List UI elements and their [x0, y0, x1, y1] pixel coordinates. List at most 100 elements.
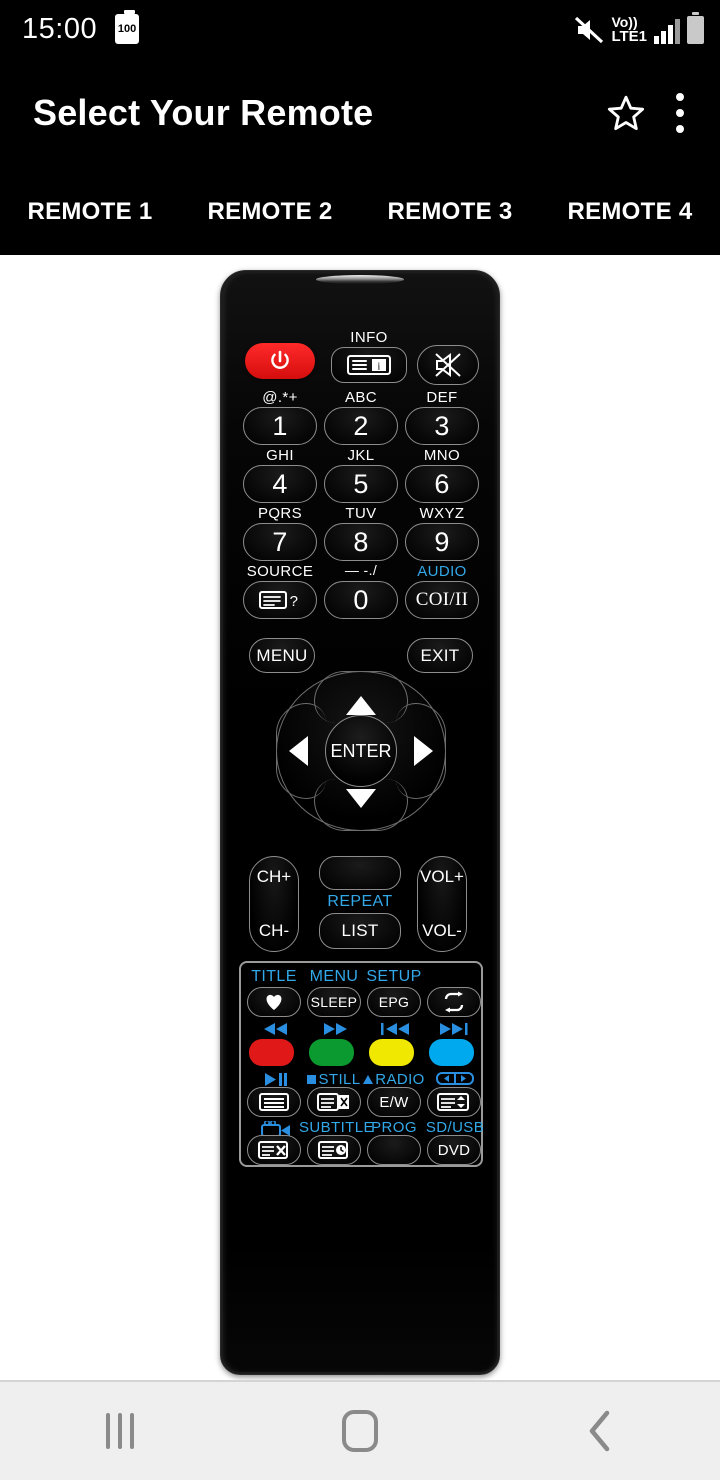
mute-button[interactable] — [417, 345, 479, 385]
radio-label: RADIO — [363, 1071, 425, 1088]
sleep-button[interactable]: SLEEP — [307, 987, 361, 1017]
app-bar-actions — [606, 93, 684, 133]
svg-text:?: ? — [290, 593, 299, 610]
prog-button[interactable] — [367, 1135, 421, 1165]
volume-up-label: VOL+ — [420, 867, 464, 886]
battery-icon — [687, 11, 704, 44]
channel-up-label: CH+ — [256, 867, 292, 886]
channel-rocker[interactable]: CH+ CH- — [249, 856, 299, 952]
audio-label: AUDIO — [417, 563, 467, 580]
sd-usb-label: SD/USB — [425, 1119, 485, 1136]
epg-button[interactable]: EPG — [367, 987, 421, 1017]
tab-remote-2[interactable]: REMOTE 2 — [180, 198, 360, 226]
setup-label: SETUP — [366, 968, 422, 985]
volte-icon: Vo)) LTE1 — [611, 15, 647, 44]
fast-forward-icon — [323, 1023, 349, 1035]
audio-button[interactable]: COI/II — [405, 581, 479, 619]
volte-line2: LTE1 — [611, 27, 647, 45]
play-pause-icon — [265, 1073, 289, 1086]
key-2[interactable]: 2 — [324, 407, 398, 445]
key-8-letters: TUV — [345, 505, 377, 522]
dpad-right-button[interactable] — [396, 703, 446, 799]
source-list-icon: ? — [259, 591, 299, 610]
key-7[interactable]: 7 — [243, 523, 317, 561]
volume-rocker[interactable]: VOL+ VOL- — [417, 856, 467, 952]
left-arrow-icon — [289, 736, 308, 766]
signal-bars-icon — [654, 18, 680, 44]
status-bar: 15:00 100 Vo)) LTE1 — [0, 0, 720, 58]
tab-remote-1[interactable]: REMOTE 1 — [0, 198, 180, 226]
app-bar: Select Your Remote — [0, 58, 720, 168]
phone-screen: 15:00 100 Vo)) LTE1 Select Your Remote R… — [0, 0, 720, 1480]
red-color-key[interactable] — [249, 1039, 294, 1066]
remote-body: INFO i @.*+ 1 ABC 2 DEF 3 GHI 4 JKL 5 MN… — [220, 270, 500, 1375]
key-3-letters: DEF — [426, 389, 458, 406]
menu-button[interactable]: MENU — [249, 638, 315, 673]
info-display-icon: i — [347, 355, 391, 375]
heart-icon — [266, 994, 282, 1010]
key-6-letters: MNO — [423, 447, 461, 464]
green-color-key[interactable] — [309, 1039, 354, 1066]
skip-previous-icon — [381, 1023, 411, 1035]
blue-color-key[interactable] — [429, 1039, 474, 1066]
home-button[interactable] — [240, 1410, 480, 1452]
list-button[interactable]: LIST — [319, 913, 401, 949]
info-button[interactable]: i — [331, 347, 407, 383]
page-title: Select Your Remote — [33, 92, 374, 133]
mute-icon — [574, 16, 604, 44]
source-button[interactable]: ? — [243, 581, 317, 619]
status-bar-icons: Vo)) LTE1 — [574, 11, 704, 44]
key-8[interactable]: 8 — [324, 523, 398, 561]
key-3[interactable]: 3 — [405, 407, 479, 445]
key-0-symbols: — -./ — [344, 562, 378, 578]
key-7-letters: PQRS — [257, 505, 303, 522]
function-panel: TITLE MENU SETUP SLEEP EPG STILL RADIO E… — [239, 961, 484, 1167]
more-vertical-icon[interactable] — [676, 93, 684, 133]
home-icon — [342, 1410, 378, 1452]
repeat-loop-icon — [444, 991, 464, 1013]
title-heart-button[interactable] — [247, 987, 301, 1017]
ew-button[interactable]: E/W — [367, 1087, 421, 1117]
prog-label: PROG — [371, 1119, 417, 1136]
tab-remote-3[interactable]: REMOTE 3 — [360, 198, 540, 226]
channel-down-label: CH- — [258, 921, 290, 940]
still-text: STILL — [318, 1071, 361, 1088]
text-clock-icon — [318, 1141, 348, 1159]
key-0[interactable]: 0 — [324, 581, 398, 619]
star-icon[interactable] — [606, 93, 646, 133]
back-icon — [589, 1410, 610, 1452]
enter-button[interactable]: ENTER — [325, 715, 397, 787]
power-button[interactable] — [245, 343, 315, 379]
key-4[interactable]: 4 — [243, 465, 317, 503]
key-1[interactable]: 1 — [243, 407, 317, 445]
tab-remote-4[interactable]: REMOTE 4 — [540, 198, 720, 226]
width-adjust-icon — [435, 1071, 475, 1086]
text-clock-button[interactable] — [307, 1135, 361, 1165]
key-6[interactable]: 6 — [405, 465, 479, 503]
key-5[interactable]: 5 — [324, 465, 398, 503]
android-nav-bar — [0, 1380, 720, 1480]
key-9-letters: WXYZ — [419, 505, 465, 522]
blank-button[interactable] — [319, 856, 401, 890]
yellow-color-key[interactable] — [369, 1039, 414, 1066]
exit-button[interactable]: EXIT — [407, 638, 473, 673]
ir-emitter — [316, 275, 404, 284]
battery-saver-icon: 100 — [115, 10, 140, 44]
dpad-left-button[interactable] — [276, 703, 326, 799]
text-cancel-icon — [258, 1141, 288, 1159]
recents-button[interactable] — [0, 1413, 240, 1449]
teletext-button[interactable] — [247, 1087, 301, 1117]
subtitle-label: SUBTITLE — [299, 1119, 374, 1136]
list-updown-button[interactable] — [427, 1087, 481, 1117]
text-cancel-button[interactable] — [247, 1135, 301, 1165]
volte-line1: Vo)) — [611, 13, 638, 30]
key-5-letters: JKL — [347, 447, 375, 464]
dvd-button[interactable]: DVD — [427, 1135, 481, 1165]
repeat-loop-button[interactable] — [427, 987, 481, 1017]
radio-text: RADIO — [375, 1071, 425, 1088]
teletext-mix-button[interactable] — [307, 1087, 361, 1117]
key-9[interactable]: 9 — [405, 523, 479, 561]
list-updown-icon — [437, 1093, 469, 1111]
teletext-mix-icon — [317, 1093, 349, 1111]
back-button[interactable] — [480, 1408, 720, 1454]
